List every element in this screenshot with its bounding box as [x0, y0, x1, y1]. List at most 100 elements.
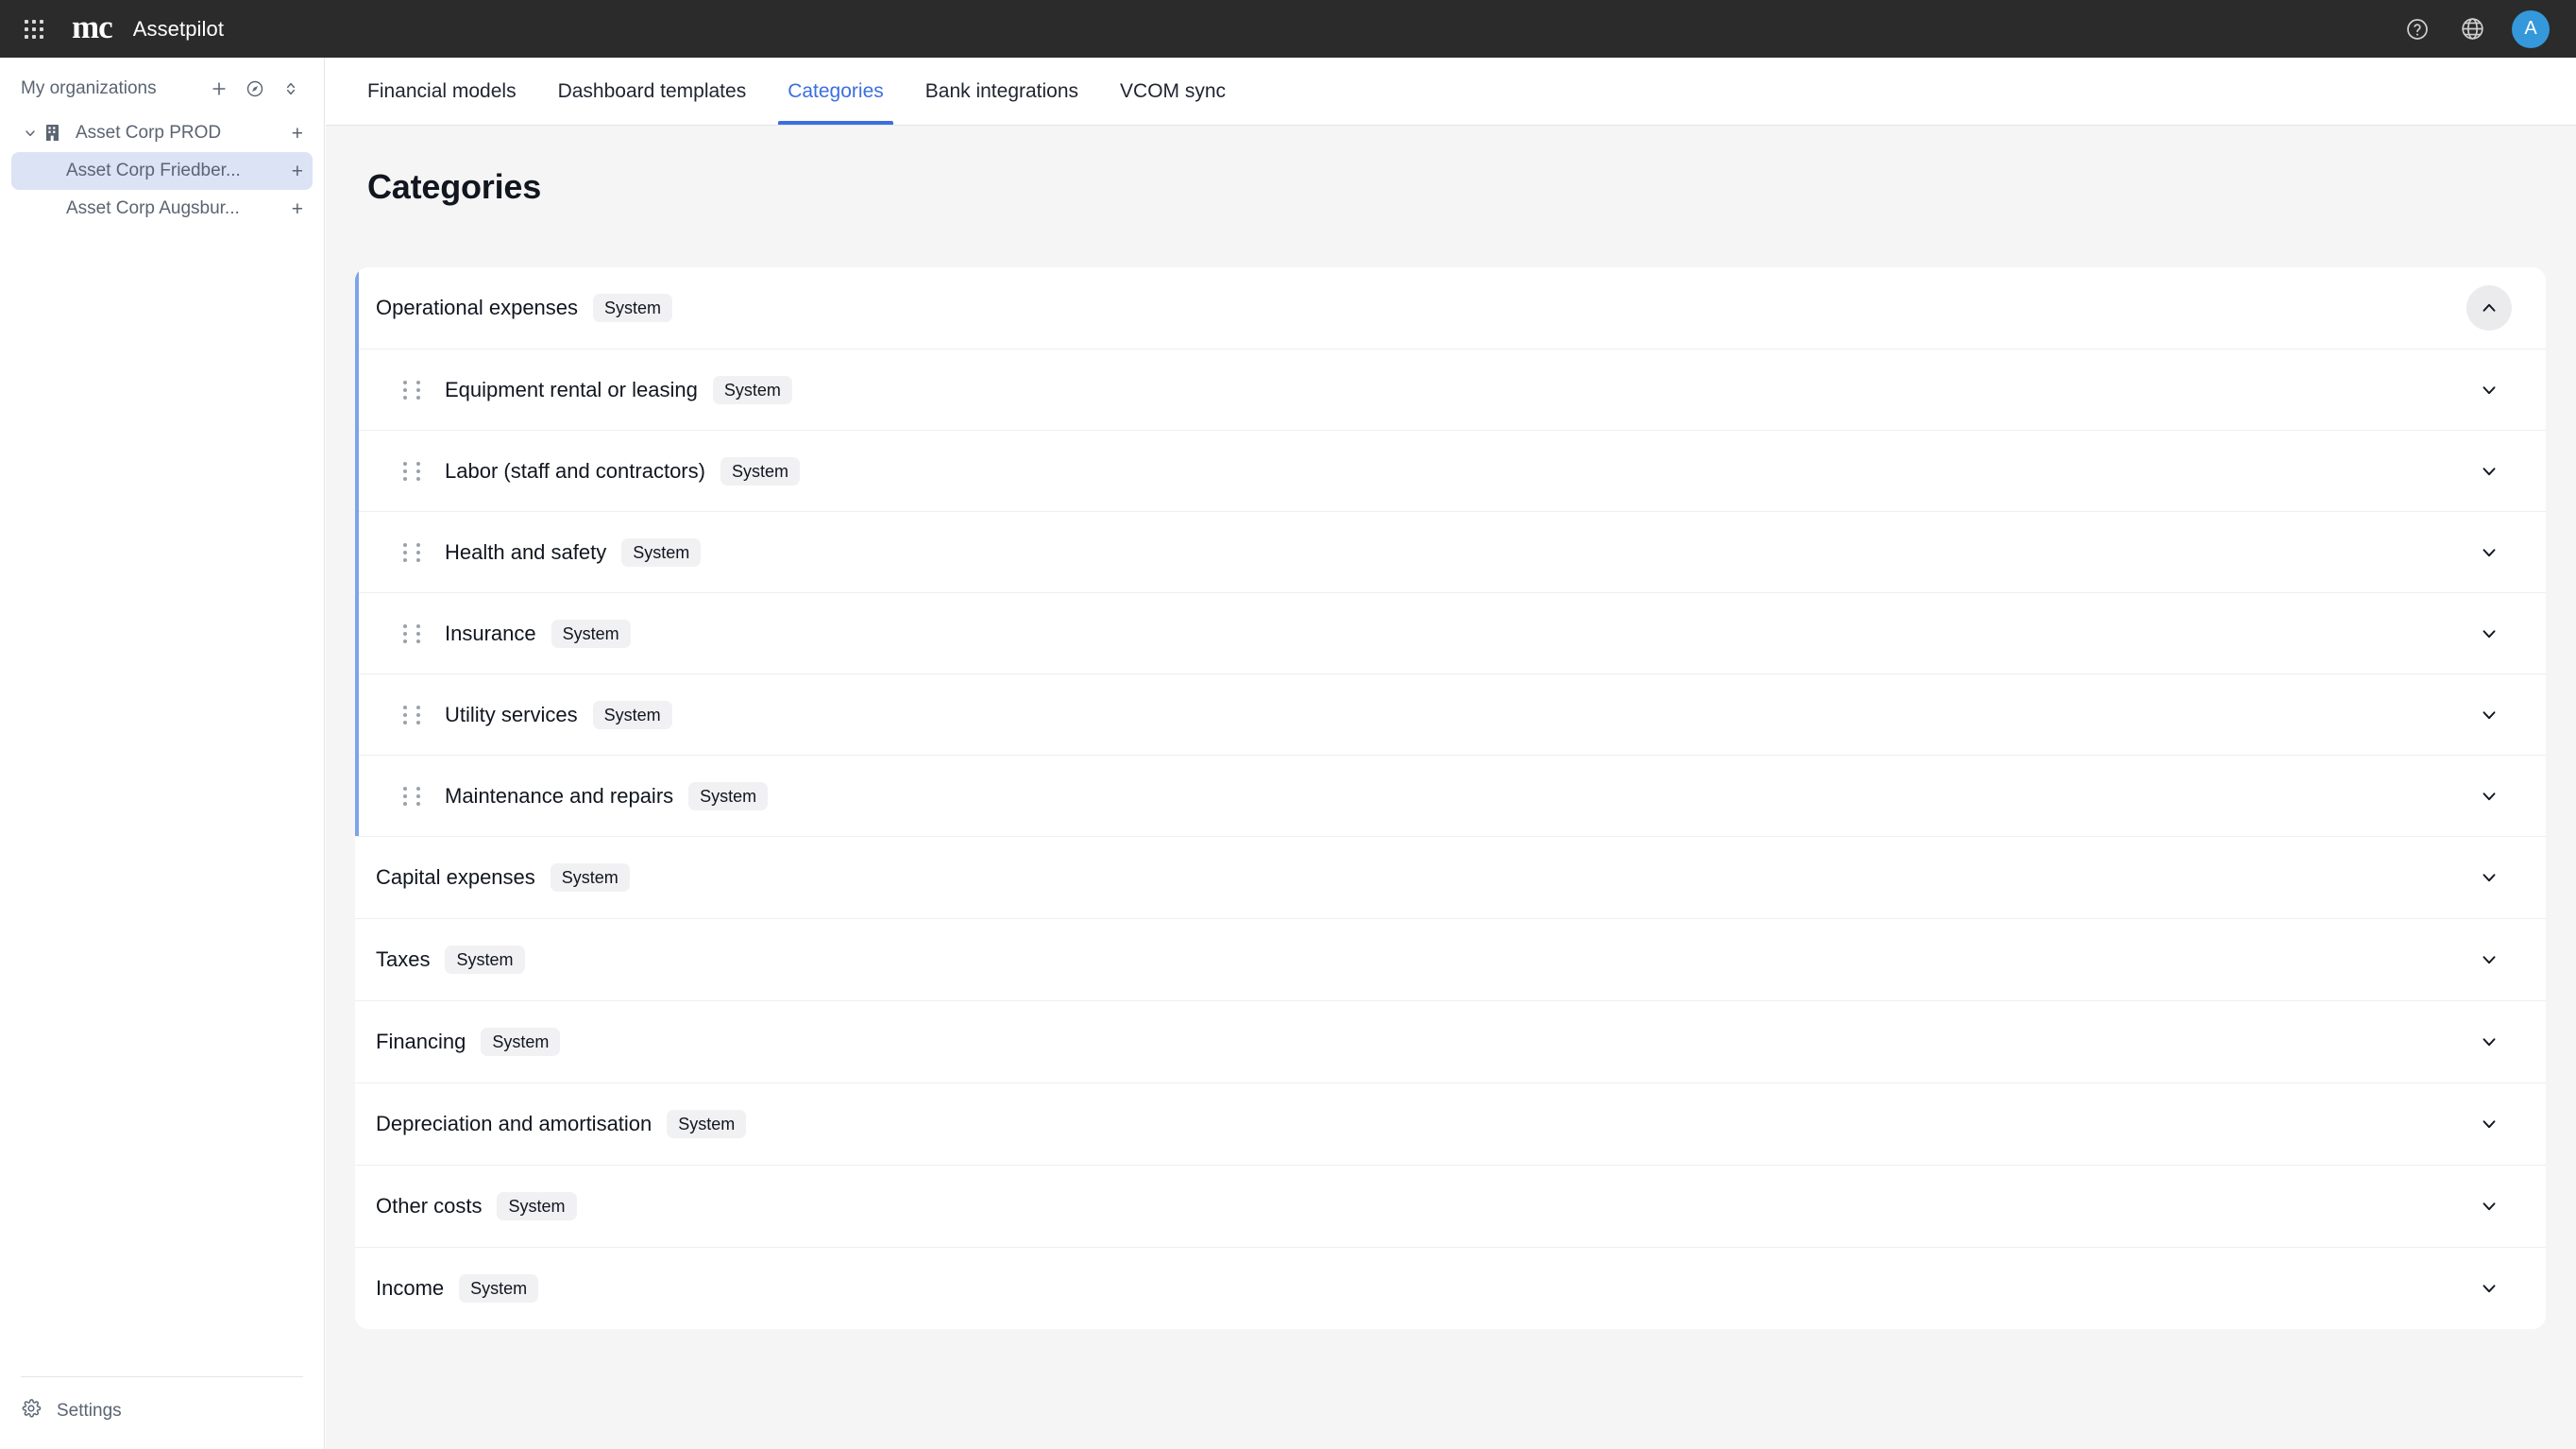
category-group-header[interactable]: Capital expenses System — [355, 837, 2546, 918]
top-app-bar: mc Assetpilot A — [0, 0, 2576, 58]
sidebar-item-asset-corp-augsburg[interactable]: Asset Corp Augsbur... + — [11, 190, 313, 228]
category-title: Financing — [376, 1030, 466, 1053]
brand-logo[interactable]: mc — [72, 10, 113, 43]
category-group-header[interactable]: Financing System — [355, 1001, 2546, 1082]
apps-grid-icon[interactable] — [19, 14, 49, 44]
subcategory-list: Equipment rental or leasing System Labor… — [359, 349, 2546, 836]
category-title: Capital expenses — [376, 865, 535, 889]
sidebar-item-asset-corp-friedberg[interactable]: Asset Corp Friedber... + — [11, 152, 313, 190]
category-group-financing: Financing System — [355, 1000, 2546, 1082]
chevron-down-icon[interactable] — [2466, 1019, 2512, 1065]
status-badge: System — [667, 1110, 747, 1138]
category-group-income: Income System — [355, 1247, 2546, 1329]
chevron-down-icon[interactable] — [2466, 855, 2512, 900]
building-icon — [45, 124, 66, 143]
subcategory-title: Utility services — [445, 702, 578, 726]
status-badge: System — [593, 294, 673, 322]
subcategory-title: Health and safety — [445, 539, 607, 564]
tab-bar: Financial models Dashboard templates Cat… — [326, 58, 2576, 126]
subcategory-title: Insurance — [445, 621, 536, 645]
subcategory-title: Maintenance and repairs — [445, 783, 674, 808]
sidebar-settings-label: Settings — [57, 1401, 122, 1421]
category-group-header[interactable]: Depreciation and amortisation System — [355, 1083, 2546, 1165]
category-group-operational-expenses: Operational expenses System Equipment re… — [355, 267, 2546, 836]
topbar-actions: A — [2402, 9, 2550, 48]
status-badge: System — [497, 1192, 577, 1220]
chevron-up-icon[interactable] — [2466, 285, 2512, 331]
avatar[interactable]: A — [2512, 9, 2550, 48]
sidebar-item-label: Asset Corp PROD — [76, 123, 222, 143]
add-child-button[interactable]: + — [279, 162, 303, 181]
sidebar-item-label: Asset Corp Friedber... — [66, 161, 241, 180]
status-badge: System — [720, 456, 800, 486]
chevron-down-icon[interactable] — [2466, 611, 2512, 656]
status-badge: System — [445, 946, 525, 974]
sidebar-item-settings[interactable]: Settings — [21, 1398, 303, 1424]
globe-icon[interactable] — [2457, 14, 2487, 44]
sidebar-item-label: Asset Corp Augsbur... — [66, 198, 240, 218]
drag-handle-icon[interactable] — [403, 623, 424, 643]
subcategory-row[interactable]: Insurance System — [359, 592, 2546, 673]
category-title: Depreciation and amortisation — [376, 1112, 652, 1135]
category-group-other-costs: Other costs System — [355, 1165, 2546, 1247]
tab-dashboard-templates[interactable]: Dashboard templates — [537, 58, 768, 125]
sidebar-header-title: My organizations — [21, 78, 157, 98]
category-group-taxes: Taxes System — [355, 918, 2546, 1000]
chevron-down-icon[interactable] — [2466, 530, 2512, 575]
chevron-down-icon[interactable] — [2466, 1101, 2512, 1147]
chevron-down-icon[interactable] — [2466, 449, 2512, 494]
organization-tree: Asset Corp PROD + Asset Corp Friedber...… — [0, 114, 324, 228]
gear-icon — [21, 1398, 42, 1424]
chevron-down-icon[interactable] — [2466, 1184, 2512, 1229]
drag-handle-icon[interactable] — [403, 542, 424, 562]
add-child-button[interactable]: + — [279, 199, 303, 219]
subcategory-row[interactable]: Health and safety System — [359, 511, 2546, 592]
drag-handle-icon[interactable] — [403, 461, 424, 481]
compass-icon[interactable] — [243, 77, 267, 101]
category-group-capital-expenses: Capital expenses System — [355, 836, 2546, 918]
chevron-down-icon[interactable] — [23, 126, 42, 141]
main-content: Financial models Dashboard templates Cat… — [326, 58, 2576, 1449]
category-title: Other costs — [376, 1194, 483, 1218]
chevron-down-icon[interactable] — [2466, 774, 2512, 819]
tab-categories[interactable]: Categories — [767, 58, 905, 125]
sidebar-divider — [21, 1376, 303, 1377]
category-group-header[interactable]: Income System — [355, 1248, 2546, 1329]
category-title: Taxes — [376, 947, 431, 971]
subcategory-row[interactable]: Maintenance and repairs System — [359, 755, 2546, 836]
help-circle-icon[interactable] — [2402, 14, 2432, 44]
sidebar-header-actions — [207, 77, 303, 101]
chevron-up-down-icon[interactable] — [279, 77, 303, 101]
sidebar-footer: Settings — [0, 1376, 324, 1449]
tab-financial-models[interactable]: Financial models — [347, 58, 537, 125]
status-badge: System — [621, 537, 702, 567]
category-group-header[interactable]: Other costs System — [355, 1166, 2546, 1247]
category-group-depreciation-and-amortisation: Depreciation and amortisation System — [355, 1082, 2546, 1165]
add-child-button[interactable]: + — [279, 124, 303, 144]
category-group-header[interactable]: Operational expenses System — [359, 267, 2546, 349]
subcategory-row[interactable]: Utility services System — [359, 673, 2546, 755]
category-group-header[interactable]: Taxes System — [355, 919, 2546, 1000]
subcategory-row[interactable]: Labor (staff and contractors) System — [359, 430, 2546, 511]
subcategory-title: Equipment rental or leasing — [445, 377, 698, 401]
drag-handle-icon[interactable] — [403, 705, 424, 724]
subcategory-title: Labor (staff and contractors) — [445, 458, 705, 483]
category-title: Income — [376, 1276, 445, 1300]
status-badge: System — [712, 375, 792, 404]
sidebar-item-asset-corp-prod[interactable]: Asset Corp PROD + — [11, 114, 313, 152]
tab-bank-integrations[interactable]: Bank integrations — [905, 58, 1099, 125]
brand-name: Assetpilot — [132, 16, 225, 41]
status-badge: System — [551, 619, 631, 648]
drag-handle-icon[interactable] — [403, 380, 424, 400]
category-title: Operational expenses — [376, 296, 579, 319]
chevron-down-icon[interactable] — [2466, 367, 2512, 413]
subcategory-row[interactable]: Equipment rental or leasing System — [359, 349, 2546, 430]
status-badge: System — [550, 863, 630, 892]
tab-vcom-sync[interactable]: VCOM sync — [1099, 58, 1246, 125]
chevron-down-icon[interactable] — [2466, 1266, 2512, 1311]
plus-icon[interactable] — [207, 77, 231, 101]
drag-handle-icon[interactable] — [403, 786, 424, 806]
chevron-down-icon[interactable] — [2466, 692, 2512, 738]
chevron-down-icon[interactable] — [2466, 937, 2512, 982]
categories-card: Operational expenses System Equipment re… — [355, 267, 2546, 1329]
